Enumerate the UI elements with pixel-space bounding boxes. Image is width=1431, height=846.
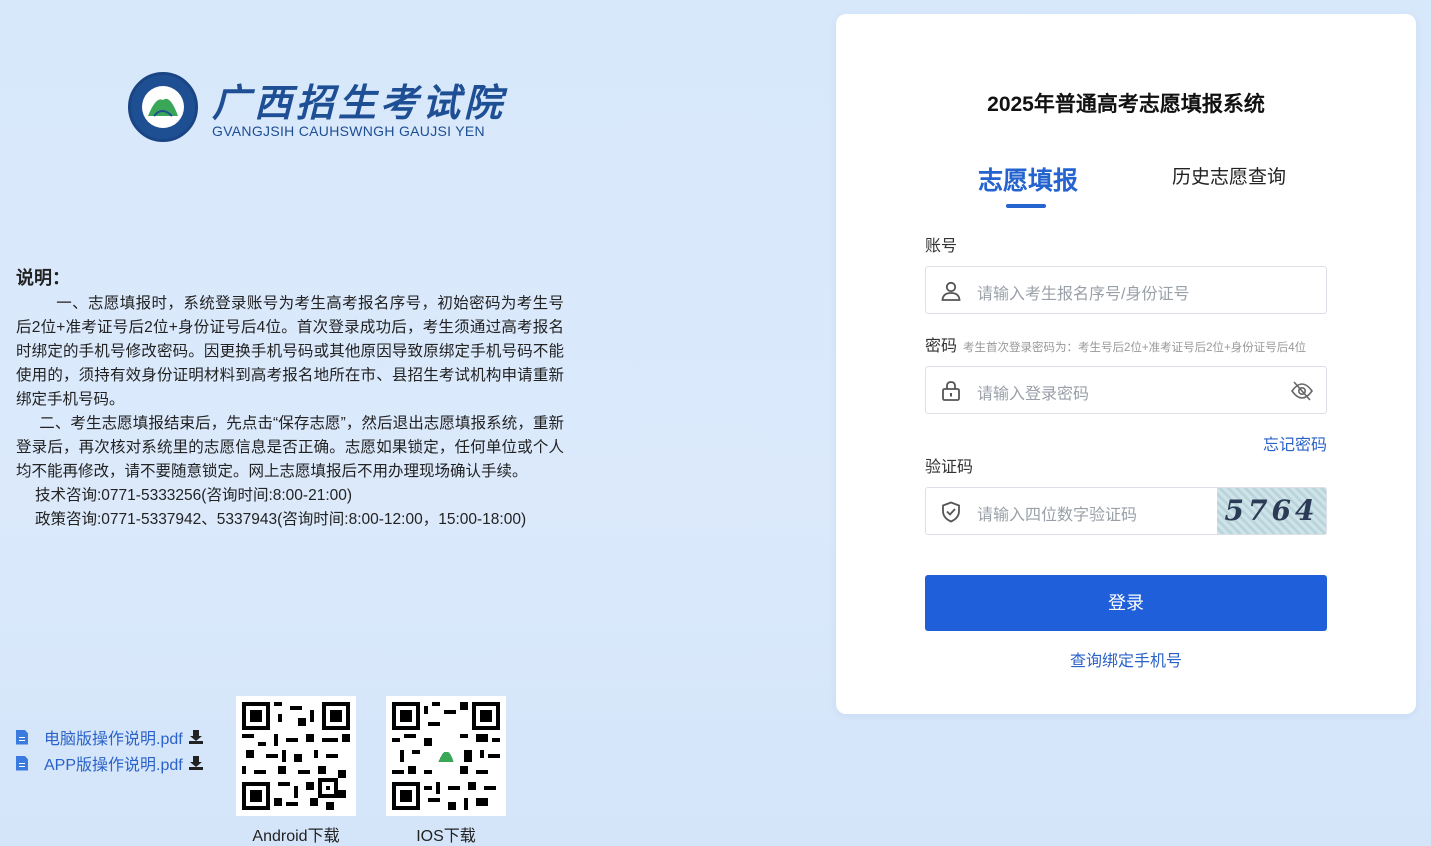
active-tab-indicator xyxy=(1006,204,1046,208)
password-input[interactable]: 请输入登录密码 xyxy=(925,366,1327,414)
ios-download-label: IOS下载 xyxy=(416,828,476,845)
logo: 广西招生考试院 GVANGJSIH CAUHSWNGH GAUJSI YEN xyxy=(128,70,502,145)
password-hint: 考生首次登录密码为：考生号后2位+准考证号后2位+身份证号后4位 xyxy=(963,342,1307,354)
forgot-password-link[interactable]: 忘记密码 xyxy=(1263,431,1327,455)
pc-manual-link[interactable]: 电脑版操作说明.pdf xyxy=(16,724,203,750)
download-icon[interactable] xyxy=(188,756,203,770)
app-manual-label[interactable]: APP版操作说明.pdf xyxy=(44,751,183,775)
ios-qr-code xyxy=(386,696,506,816)
lock-icon xyxy=(942,381,960,401)
login-card: 2025年普通高考志愿填报系统 志愿填报 历史志愿查询 账号 请输入考生报名序号… xyxy=(836,14,1416,714)
password-label: 密码 xyxy=(925,338,958,355)
logo-subtitle: GVANGJSIH CAUHSWNGH GAUJSI YEN xyxy=(212,123,485,139)
shield-check-icon xyxy=(942,501,960,523)
account-placeholder: 请输入考生报名序号/身份证号 xyxy=(977,286,1190,303)
instructions-para-1: 一、志愿填报时，系统登录账号为考生高考报名序号，初始密码为考生号后2位+准考证号… xyxy=(16,295,564,408)
download-links: 电脑版操作说明.pdf APP版操作说明.pdf xyxy=(16,724,203,776)
captcha-image[interactable]: 5764 xyxy=(1217,488,1326,534)
tab-volunteer-fill[interactable]: 志愿填报 xyxy=(978,161,1078,197)
account-label: 账号 xyxy=(925,238,958,255)
account-input[interactable]: 请输入考生报名序号/身份证号 xyxy=(925,266,1327,314)
tech-contact: 技术咨询:0771-5333256(咨询时间:8:00-21:00) xyxy=(35,487,353,504)
query-bound-phone-link[interactable]: 查询绑定手机号 xyxy=(836,647,1416,671)
pc-manual-label[interactable]: 电脑版操作说明.pdf xyxy=(44,725,183,749)
captcha-placeholder: 请输入四位数字验证码 xyxy=(977,507,1138,524)
ios-qr: IOS下载 xyxy=(386,696,506,846)
seal-icon xyxy=(128,72,198,142)
download-icon[interactable] xyxy=(188,730,203,744)
eye-off-icon[interactable] xyxy=(1290,379,1314,403)
password-placeholder: 请输入登录密码 xyxy=(977,386,1090,403)
file-icon xyxy=(16,729,28,745)
file-icon xyxy=(16,755,28,771)
instructions-title: 说明： xyxy=(16,268,70,288)
policy-contact: 政策咨询:0771-5337942、5337943(咨询时间:8:00-12:0… xyxy=(35,511,527,528)
android-qr-code xyxy=(236,696,356,816)
app-manual-link[interactable]: APP版操作说明.pdf xyxy=(16,750,203,776)
login-button[interactable]: 登录 xyxy=(925,575,1327,631)
captcha-label: 验证码 xyxy=(925,459,974,476)
tab-history-query[interactable]: 历史志愿查询 xyxy=(1172,162,1286,189)
instructions: 说明： 一、志愿填报时，系统登录账号为考生高考报名序号，初始密码为考生号后2位+… xyxy=(16,266,564,532)
captcha-input[interactable]: 请输入四位数字验证码 5764 xyxy=(925,487,1327,535)
system-title: 2025年普通高考志愿填报系统 xyxy=(987,93,1265,116)
logo-title: 广西招生考试院 xyxy=(212,80,507,125)
user-icon xyxy=(941,281,961,301)
android-download-label: Android下载 xyxy=(252,828,340,845)
instructions-para-2: 二、考生志愿填报结束后，先点击“保存志愿”，然后退出志愿填报系统，重新登录后，再… xyxy=(16,415,564,480)
password-label-row: 密码 考生首次登录密码为：考生号后2位+准考证号后2位+身份证号后4位 xyxy=(925,332,1306,356)
android-qr: Android下载 xyxy=(236,696,356,846)
